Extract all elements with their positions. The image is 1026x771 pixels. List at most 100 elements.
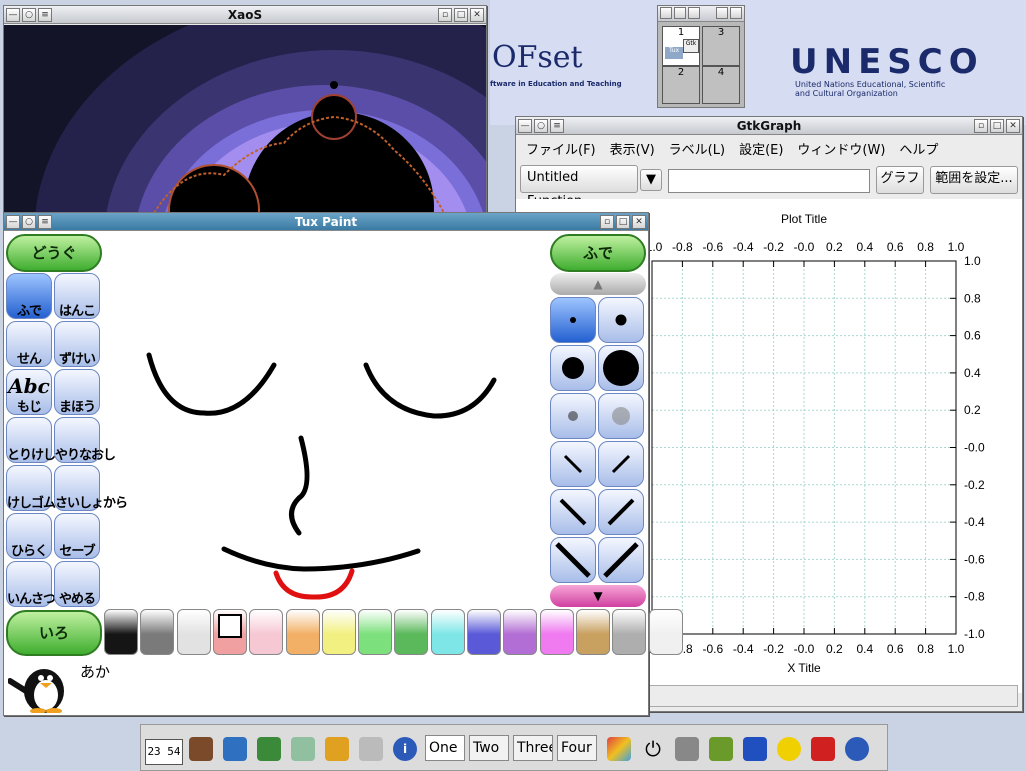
color-swatch[interactable] — [467, 609, 501, 655]
circle-icon[interactable] — [674, 7, 686, 19]
tuxpaint-titlebar[interactable]: — ○ ≡ Tux Paint ▫ □ ✕ — [4, 213, 648, 231]
tool-eraser[interactable]: けしゴム — [6, 465, 56, 511]
color-swatch[interactable] — [394, 609, 429, 655]
workspace-four[interactable]: Four — [557, 735, 597, 761]
tool-save[interactable]: セーブ — [54, 513, 100, 559]
tool-lines[interactable]: せん — [6, 321, 52, 367]
tool-undo[interactable]: とりけし — [6, 417, 56, 463]
xaos-titlebar[interactable]: — ○ ≡ XaoS ▫ □ ✕ — [4, 6, 486, 24]
brush-option[interactable] — [598, 345, 644, 391]
minimize-icon[interactable]: ▫ — [438, 8, 452, 22]
color-swatch[interactable] — [575, 609, 610, 655]
tool-open[interactable]: ひらく — [6, 513, 52, 559]
workspace-two[interactable]: Two — [469, 735, 509, 761]
tool-print[interactable]: いんさつ — [6, 561, 56, 607]
tool-redo[interactable]: やりなおし — [54, 417, 116, 463]
function-dropdown[interactable]: ▼ — [640, 169, 662, 191]
tool-shapes[interactable]: ずけい — [54, 321, 100, 367]
pacman-icon[interactable] — [777, 737, 801, 761]
scroll-up-button[interactable]: ▲ — [550, 273, 646, 295]
color-swatch[interactable] — [249, 609, 284, 655]
menu-window[interactable]: ウィンドウ(W) — [797, 139, 885, 158]
drawing-canvas[interactable] — [104, 233, 548, 609]
maximize-icon[interactable]: □ — [454, 8, 468, 22]
close-icon[interactable]: ✕ — [470, 8, 484, 22]
chart-icon[interactable] — [257, 737, 281, 761]
brush-option[interactable] — [598, 441, 644, 487]
graph-button[interactable]: グラフ — [876, 166, 924, 194]
minimize-icon[interactable] — [716, 7, 728, 19]
info-icon[interactable] — [845, 737, 869, 761]
brush-option[interactable] — [550, 489, 596, 535]
minimize-icon[interactable]: ▫ — [974, 119, 988, 133]
tool-brush[interactable]: ふで — [6, 273, 52, 319]
circle-icon[interactable]: ○ — [22, 8, 36, 22]
brush-option[interactable] — [550, 441, 596, 487]
function-input[interactable] — [668, 169, 870, 193]
pager-titlebar[interactable] — [658, 6, 744, 22]
graph-icon[interactable] — [291, 737, 315, 761]
puzzle-icon[interactable] — [709, 737, 733, 761]
menu-settings[interactable]: 設定(E) — [739, 139, 783, 158]
tool-text[interactable]: Abc もじ — [6, 369, 52, 415]
close-icon[interactable]: ✕ — [1006, 119, 1020, 133]
menu-label[interactable]: ラベル(L) — [669, 139, 725, 158]
menu-icon[interactable]: — — [6, 215, 20, 229]
pager-desk-3[interactable]: 3 — [702, 26, 740, 66]
circle-icon[interactable] — [688, 7, 700, 19]
menu-icon[interactable] — [660, 7, 672, 19]
tool-quit[interactable]: やめる — [54, 561, 100, 607]
maximize-icon[interactable]: □ — [616, 215, 630, 229]
color-swatch[interactable] — [140, 609, 175, 655]
pager-desk-4[interactable]: 4 — [702, 66, 740, 104]
color-swatch[interactable] — [430, 609, 465, 655]
close-icon[interactable] — [730, 7, 742, 19]
tool-magic[interactable]: まほう — [54, 369, 100, 415]
color-swatch[interactable] — [212, 609, 247, 655]
color-swatch[interactable] — [358, 609, 393, 655]
brush-option[interactable] — [550, 297, 596, 343]
info-icon[interactable]: i — [393, 737, 417, 761]
brush-option[interactable] — [550, 345, 596, 391]
brush-option[interactable] — [598, 297, 644, 343]
gift-icon[interactable] — [811, 737, 835, 761]
color-swatch[interactable] — [612, 609, 647, 655]
set-range-button[interactable]: 範囲を設定... — [930, 166, 1018, 194]
paint-icon[interactable] — [325, 737, 349, 761]
brush-option[interactable] — [598, 393, 644, 439]
brush-option[interactable] — [550, 393, 596, 439]
brush-option[interactable] — [598, 537, 644, 583]
color-swatch[interactable] — [321, 609, 356, 655]
maximize-icon[interactable]: □ — [990, 119, 1004, 133]
color-swatch[interactable] — [285, 609, 320, 655]
color-swatch[interactable] — [539, 609, 574, 655]
color-swatch[interactable] — [503, 609, 538, 655]
menu-help[interactable]: ヘルプ — [899, 139, 938, 158]
www-icon[interactable] — [223, 737, 247, 761]
gtkgraph-titlebar[interactable]: — ○ ≡ GtkGraph ▫ □ ✕ — [516, 117, 1022, 135]
power-icon[interactable]: ⏻ — [641, 737, 665, 761]
minimize-icon[interactable]: ▫ — [600, 215, 614, 229]
color-swatch[interactable] — [648, 609, 683, 655]
color-swatch[interactable] — [176, 609, 211, 655]
workspace-one[interactable]: One — [425, 735, 465, 761]
palette-icon[interactable] — [607, 737, 631, 761]
fractal-canvas[interactable] — [4, 25, 486, 213]
gear-icon[interactable] — [675, 737, 699, 761]
close-icon[interactable]: ✕ — [632, 215, 646, 229]
menu-file[interactable]: ファイル(F) — [526, 139, 596, 158]
pager-desk-2[interactable]: 2 — [662, 66, 700, 104]
brush-option[interactable] — [598, 489, 644, 535]
circle-icon[interactable]: ○ — [534, 119, 548, 133]
color-swatch[interactable] — [104, 609, 138, 655]
shade-icon[interactable]: ≡ — [550, 119, 564, 133]
scroll-down-button[interactable]: ▼ — [550, 585, 646, 607]
lock-icon[interactable] — [359, 737, 383, 761]
pager-desk-1[interactable]: 1 Tux Gtk — [662, 26, 700, 66]
shade-icon[interactable]: ≡ — [38, 215, 52, 229]
menu-icon[interactable]: — — [518, 119, 532, 133]
menu-icon[interactable]: — — [6, 8, 20, 22]
flag-icon[interactable] — [743, 737, 767, 761]
circle-icon[interactable]: ○ — [22, 215, 36, 229]
brush-option[interactable] — [550, 537, 596, 583]
